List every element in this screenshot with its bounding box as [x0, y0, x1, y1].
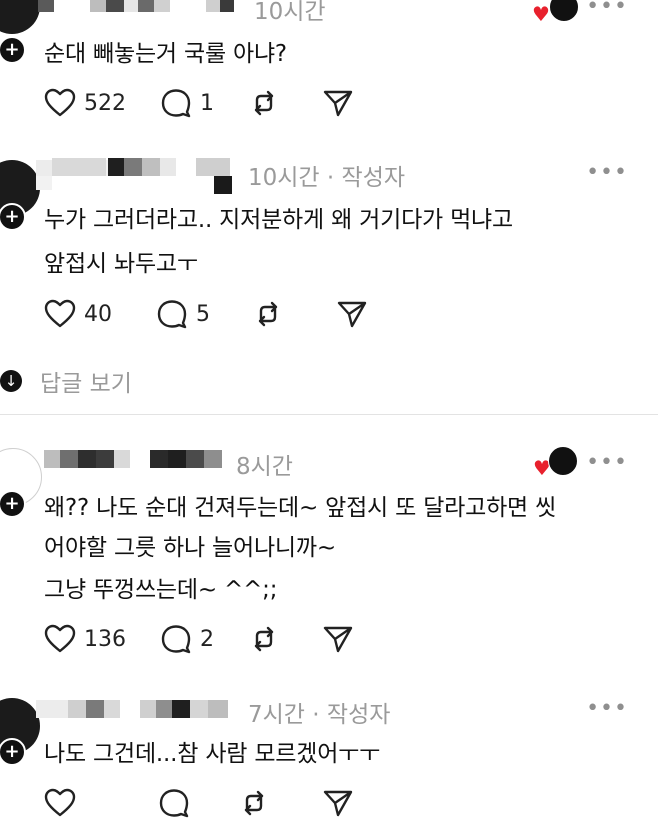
- comment-text-line: 왜?? 나도 순대 건져두는데~ 앞접시 또 달라고하면 씻: [44, 495, 557, 521]
- username-blurred[interactable]: [36, 158, 236, 194]
- repost-arrows-icon: [254, 626, 274, 652]
- speech-bubble-icon: [157, 300, 187, 329]
- repost-button[interactable]: [238, 788, 278, 818]
- comment-text-line: 누가 그러더라고.. 지저분하게 왜 거기다가 먹냐고: [44, 207, 513, 233]
- username-blurred[interactable]: [38, 0, 234, 14]
- more-options-icon[interactable]: •••: [586, 450, 628, 475]
- paper-plane-icon: [323, 790, 353, 817]
- like-button[interactable]: [44, 788, 84, 818]
- like-button[interactable]: 136: [44, 624, 126, 654]
- like-button[interactable]: 40: [44, 299, 112, 329]
- action-bar: 40 5: [44, 297, 410, 331]
- post-time: 7시간 · 작성자: [248, 702, 391, 728]
- post-time: 8시간: [236, 454, 293, 480]
- heart-outline-icon: [44, 624, 76, 653]
- author-avatar-mini: [549, 0, 579, 22]
- comment-text-line: 나도 그건데...참 사람 모르겠어ㅜㅜ: [44, 741, 381, 767]
- more-options-icon[interactable]: •••: [586, 0, 628, 19]
- reply-button[interactable]: 2: [160, 624, 214, 654]
- follow-plus-icon[interactable]: +: [0, 36, 26, 64]
- like-count: 522: [84, 90, 126, 116]
- comment-text-line: 순대 빼놓는거 국룰 아냐?: [44, 41, 287, 67]
- chevron-down-icon: ↓: [0, 370, 22, 392]
- repost-arrows-icon: [254, 90, 274, 116]
- reply-button[interactable]: 1: [160, 88, 214, 118]
- like-count: 136: [84, 626, 126, 652]
- post-time: 10시간 · 작성자: [248, 165, 406, 191]
- more-options-icon[interactable]: •••: [586, 160, 628, 185]
- paper-plane-icon: [337, 301, 367, 328]
- view-replies-label: 답글 보기: [40, 371, 132, 397]
- share-button[interactable]: [322, 88, 362, 118]
- follow-plus-icon[interactable]: +: [0, 738, 26, 766]
- reply-count: 1: [200, 90, 214, 116]
- paper-plane-icon: [323, 90, 353, 117]
- follow-plus-icon[interactable]: +: [0, 203, 26, 231]
- author-avatar-mini: [548, 446, 578, 476]
- action-bar: 522 1: [44, 86, 396, 120]
- speech-bubble-icon: [161, 625, 191, 654]
- author-tag: · 작성자: [312, 702, 391, 728]
- repost-button[interactable]: [252, 299, 292, 329]
- follow-plus-icon[interactable]: +: [0, 490, 26, 518]
- comment-text-line: 그냥 뚜껑쓰는데~ ^^;;: [44, 577, 278, 603]
- comment-text-line: 앞접시 놔두고ㅜ: [44, 251, 198, 277]
- share-button[interactable]: [322, 788, 362, 818]
- comment-text-line: 어야할 그릇 하나 늘어나니까~: [44, 535, 336, 561]
- username-blurred[interactable]: [36, 700, 228, 720]
- divider: [0, 414, 658, 415]
- heart-outline-icon: [44, 88, 76, 117]
- repost-button[interactable]: [248, 88, 288, 118]
- heart-outline-icon: [44, 299, 76, 328]
- like-count: 40: [84, 301, 112, 327]
- action-bar: 136 2: [44, 622, 396, 656]
- view-replies-button[interactable]: ↓ 답글 보기: [0, 364, 132, 398]
- repost-arrows-icon: [258, 301, 278, 327]
- action-bar: [44, 786, 396, 820]
- liked-heart-icon: ♥: [532, 2, 550, 26]
- heart-outline-icon: [44, 788, 76, 817]
- author-tag: · 작성자: [326, 165, 406, 191]
- repost-button[interactable]: [248, 624, 288, 654]
- like-button[interactable]: 522: [44, 88, 126, 118]
- share-button[interactable]: [336, 299, 376, 329]
- reply-count: 2: [200, 626, 214, 652]
- paper-plane-icon: [323, 626, 353, 653]
- speech-bubble-icon: [159, 789, 189, 818]
- username-blurred[interactable]: [44, 450, 222, 470]
- more-options-icon[interactable]: •••: [586, 696, 628, 721]
- reply-count: 5: [196, 301, 210, 327]
- reply-button[interactable]: [158, 788, 198, 818]
- share-button[interactable]: [322, 624, 362, 654]
- speech-bubble-icon: [161, 89, 191, 118]
- reply-button[interactable]: 5: [156, 299, 210, 329]
- avatar[interactable]: [0, 0, 40, 34]
- repost-arrows-icon: [244, 790, 264, 816]
- post-time: 10시간: [254, 0, 326, 25]
